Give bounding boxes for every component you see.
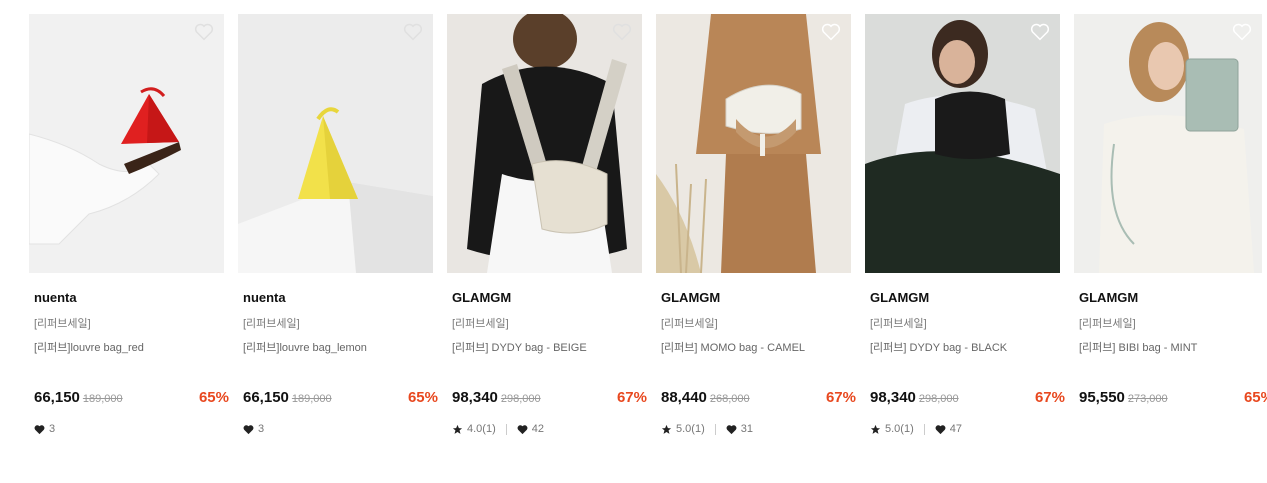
brand-name[interactable]: nuenta	[34, 290, 224, 306]
original-price: 298,000	[918, 393, 959, 405]
sale-price: 66,150	[34, 389, 80, 406]
like-count: 42	[531, 423, 544, 435]
product-name[interactable]: [리퍼브] MOMO bag - CAMEL	[661, 339, 851, 354]
wishlist-heart-icon[interactable]	[403, 23, 423, 41]
product-name[interactable]: [리퍼브]louvre bag_lemon	[243, 339, 433, 354]
meta-divider	[505, 423, 507, 435]
brand-name[interactable]: GLAMGM	[1079, 290, 1262, 306]
product-meta: 3	[243, 422, 433, 436]
original-price: 298,000	[500, 393, 541, 405]
brand-name[interactable]: GLAMGM	[870, 290, 1060, 306]
product-card[interactable]: GLAMGM [리퍼브세일] [리퍼브] DYDY bag - BLACK 98…	[865, 14, 1065, 436]
star-icon	[452, 424, 463, 434]
heart-icon	[243, 424, 254, 434]
product-card[interactable]: GLAMGM [리퍼브세일] [리퍼브] MOMO bag - CAMEL 88…	[656, 14, 856, 436]
price-row: 88,440 268,000 67%	[661, 389, 856, 409]
discount-rate: 65%	[198, 389, 229, 406]
product-image[interactable]	[29, 14, 224, 273]
product-image[interactable]	[238, 14, 433, 273]
like-count: 31	[740, 423, 753, 435]
product-name[interactable]: [리퍼브]louvre bag_red	[34, 339, 224, 354]
rating-score: 5.0(1)	[676, 423, 705, 435]
sale-tag: [리퍼브세일]	[1079, 318, 1136, 330]
original-price: 273,000	[1127, 393, 1168, 405]
meta-divider	[923, 423, 925, 435]
original-price: 268,000	[709, 393, 750, 405]
wishlist-heart-icon[interactable]	[1030, 23, 1050, 41]
product-image[interactable]	[1074, 14, 1262, 273]
sale-price: 95,550	[1079, 389, 1125, 406]
sale-tag: [리퍼브세일]	[243, 318, 300, 330]
product-image[interactable]	[865, 14, 1060, 273]
product-meta: 3	[34, 422, 224, 436]
discount-rate: 65%	[407, 389, 438, 406]
like-count: 3	[258, 423, 265, 435]
product-meta: 5.0(1) 31	[661, 422, 851, 436]
brand-name[interactable]: nuenta	[243, 290, 433, 306]
sale-price: 98,340	[452, 389, 498, 406]
sale-price: 88,440	[661, 389, 707, 406]
sale-price: 66,150	[243, 389, 289, 406]
wishlist-heart-icon[interactable]	[612, 23, 632, 41]
rating-score: 4.0(1)	[467, 423, 496, 435]
discount-rate: 67%	[825, 389, 856, 406]
product-name[interactable]: [리퍼브] DYDY bag - BLACK	[870, 339, 1060, 354]
sale-tag: [리퍼브세일]	[661, 318, 718, 330]
heart-icon	[34, 424, 45, 434]
product-name[interactable]: [리퍼브] DYDY bag - BEIGE	[452, 339, 642, 354]
product-image[interactable]	[447, 14, 642, 273]
sale-tag: [리퍼브세일]	[34, 318, 91, 330]
original-price: 189,000	[291, 393, 332, 405]
price-row: 66,150 189,000 65%	[34, 389, 229, 409]
brand-name[interactable]: GLAMGM	[661, 290, 851, 306]
product-image[interactable]	[656, 14, 851, 273]
product-grid: nuenta [리퍼브세일] [리퍼브]louvre bag_red 66,15…	[29, 14, 1267, 436]
sale-tag: [리퍼브세일]	[870, 318, 927, 330]
price-row: 95,550273,000 65%	[1079, 389, 1267, 409]
heart-icon	[935, 424, 946, 434]
sale-price: 98,340	[870, 389, 916, 406]
meta-divider	[714, 423, 716, 435]
product-name[interactable]: [리퍼브] BIBI bag - MINT	[1079, 339, 1262, 354]
product-card[interactable]: nuenta [리퍼브세일] [리퍼브]louvre bag_lemon 66,…	[238, 14, 438, 436]
discount-rate: 67%	[616, 389, 647, 406]
like-count: 47	[949, 423, 962, 435]
price-row: 98,340 298,000 67%	[870, 389, 1065, 409]
price-row: 66,150 189,000 65%	[243, 389, 438, 409]
wishlist-heart-icon[interactable]	[821, 23, 841, 41]
rating-score: 5.0(1)	[885, 423, 914, 435]
discount-rate: 65%	[1243, 389, 1267, 406]
price-row: 98,340 298,000 67%	[452, 389, 647, 409]
sale-tag: [리퍼브세일]	[452, 318, 509, 330]
brand-name[interactable]: GLAMGM	[452, 290, 642, 306]
star-icon	[870, 424, 881, 434]
star-icon	[661, 424, 672, 434]
product-card[interactable]: GLAMGM [리퍼브세일] [리퍼브] DYDY bag - BEIGE 98…	[447, 14, 647, 436]
discount-rate: 67%	[1034, 389, 1065, 406]
product-card[interactable]: nuenta [리퍼브세일] [리퍼브]louvre bag_red 66,15…	[29, 14, 229, 436]
original-price: 189,000	[82, 393, 123, 405]
wishlist-heart-icon[interactable]	[1232, 23, 1252, 41]
product-meta: 4.0(1) 42	[452, 422, 642, 436]
heart-icon	[726, 424, 737, 434]
like-count: 3	[49, 423, 56, 435]
product-card[interactable]: GLAMGM [리퍼브세일] [리퍼브] BIBI bag - MINT 95,…	[1074, 14, 1267, 436]
wishlist-heart-icon[interactable]	[194, 23, 214, 41]
product-meta: 5.0(1) 47	[870, 422, 1060, 436]
heart-icon	[517, 424, 528, 434]
